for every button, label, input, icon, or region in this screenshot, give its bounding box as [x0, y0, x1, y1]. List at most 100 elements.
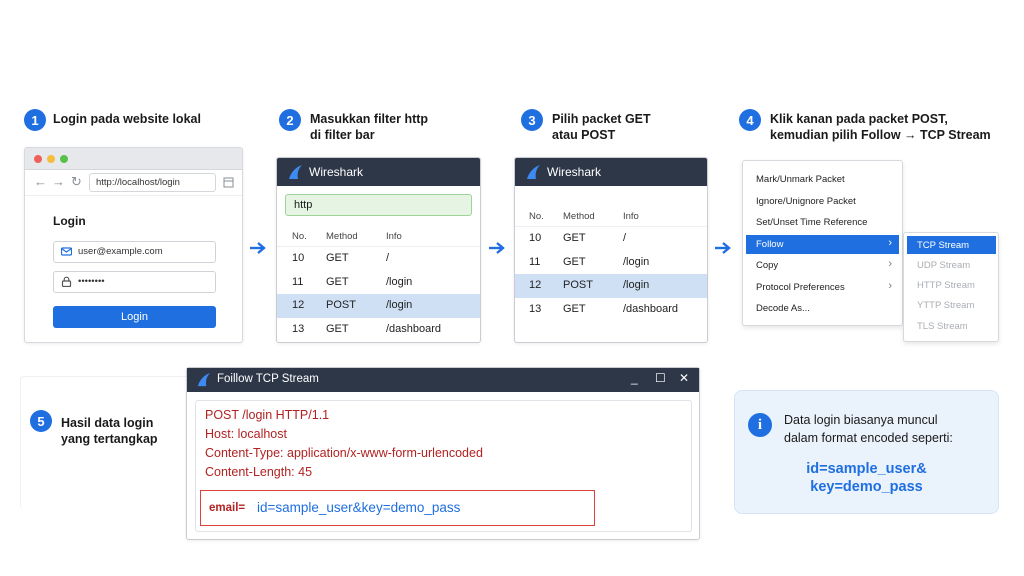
tab-icon[interactable] — [223, 177, 234, 188]
mail-icon — [61, 247, 72, 256]
submenu-item-tcp-stream[interactable]: TCP Stream — [907, 236, 996, 254]
step-1-badge: 1 — [24, 109, 46, 131]
column-header-method[interactable]: Method — [326, 231, 358, 242]
stream-line: Content-Length: 45 — [205, 465, 313, 479]
info-text-line: dalam format encoded seperti: — [784, 431, 953, 445]
back-arrow-icon[interactable]: ← — [34, 174, 47, 189]
packet-info: /login — [386, 276, 413, 288]
menu-item-label: Mark/Unmark Packet — [756, 174, 845, 185]
packet-row[interactable]: 13 GET /dashboard — [515, 298, 707, 322]
packet-method: GET — [326, 323, 349, 335]
column-header-info[interactable]: Info — [623, 211, 639, 222]
packet-row[interactable]: 11 GET /login — [515, 251, 707, 275]
info-icon: i — [748, 413, 772, 437]
packet-method: GET — [326, 276, 349, 288]
menu-item-follow[interactable]: Follow › — [746, 235, 899, 254]
stream-line: POST /login HTTP/1.1 — [205, 408, 330, 422]
step-5-badge: 5 — [30, 410, 52, 432]
maximize-icon[interactable]: ☐ — [655, 371, 666, 385]
packet-row[interactable]: 10 GET / — [515, 227, 707, 251]
menu-item-time-reference[interactable]: Set/Unset Time Reference — [746, 213, 899, 232]
info-text-line: Data login biasanya muncul — [784, 413, 938, 427]
packet-no: 10 — [529, 232, 542, 244]
browser-window: ← → ↻ http://localhost/login Login user@… — [24, 147, 243, 343]
column-header-no[interactable]: No. — [292, 231, 307, 242]
submenu-item-yttp-stream[interactable]: YTTP Stream — [907, 296, 996, 314]
menu-item-copy[interactable]: Copy › — [746, 256, 899, 275]
stream-line: Host: localhost — [205, 427, 287, 441]
menu-item-label: Decode As... — [756, 303, 810, 314]
packet-info: /dashboard — [623, 303, 679, 315]
info-code-example: id=sample_user& key=demo_pass — [735, 460, 998, 496]
column-header-info[interactable]: Info — [386, 231, 402, 242]
packet-method: POST — [326, 299, 356, 311]
stream-content[interactable]: POST /login HTTP/1.1 Host: localhost Con… — [195, 400, 692, 532]
reload-icon[interactable]: ↻ — [71, 174, 82, 190]
forward-arrow-icon[interactable]: → — [52, 174, 65, 189]
close-icon[interactable]: ✕ — [679, 371, 689, 385]
packet-row-selected[interactable]: 12 POST /login — [515, 274, 707, 298]
packet-info: /dashboard — [386, 323, 442, 335]
step-2-badge: 2 — [279, 109, 301, 131]
login-button[interactable]: Login — [53, 306, 216, 328]
wireshark-title: Wireshark — [547, 165, 602, 179]
step-3-badge: 3 — [521, 109, 543, 131]
packet-row-selected[interactable]: 12 POST /login — [277, 294, 480, 318]
menu-item-label: Copy — [756, 260, 779, 271]
step-4-badge: 4 — [739, 109, 761, 131]
step-2-title-line: di filter bar — [310, 128, 375, 142]
captured-credentials-highlight: email= id=sample_user&key=demo_pass — [200, 490, 595, 526]
packet-row[interactable]: 11 GET /login — [277, 271, 480, 295]
packet-row[interactable]: 10 GET / — [277, 247, 480, 271]
menu-item-decode-as[interactable]: Decode As... — [746, 299, 899, 318]
maximize-dot-icon[interactable] — [60, 155, 68, 163]
submenu-item-tls-stream[interactable]: TLS Stream — [907, 317, 996, 335]
column-header-method[interactable]: Method — [563, 211, 595, 222]
submenu-item-udp-stream[interactable]: UDP Stream — [907, 256, 996, 274]
menu-item-protocol-preferences[interactable]: Protocol Preferences › — [746, 278, 899, 297]
packet-method: POST — [563, 279, 593, 291]
arrow-right-icon — [489, 242, 505, 254]
info-box: i Data login biasanya muncul dalam forma… — [734, 390, 999, 514]
minimize-dot-icon[interactable] — [47, 155, 55, 163]
step-3-title: Pilih packet GET atau POST — [552, 111, 651, 143]
step-1-title: Login pada website lokal — [53, 111, 201, 127]
display-filter-input[interactable]: http — [285, 194, 472, 216]
packet-info: / — [623, 232, 627, 244]
chevron-right-icon: › — [888, 258, 892, 270]
info-code-line: id=sample_user& — [806, 461, 927, 477]
email-field[interactable]: user@example.com — [53, 241, 216, 263]
stream-line: Content-Type: application/x-www-form-url… — [205, 446, 483, 460]
chevron-right-icon: › — [888, 280, 892, 292]
column-header-no[interactable]: No. — [529, 211, 544, 222]
minimize-icon[interactable]: _ — [631, 371, 638, 385]
follow-submenu: TCP Stream UDP Stream HTTP Stream YTTP S… — [903, 232, 999, 342]
step-2-title: Masukkan filter http di filter bar — [310, 111, 428, 143]
menu-item-label: Ignore/Unignore Packet — [756, 196, 856, 207]
menu-item-ignore-packet[interactable]: Ignore/Unignore Packet — [746, 192, 899, 211]
chevron-right-icon: › — [888, 237, 892, 249]
packet-context-menu: Mark/Unmark Packet Ignore/Unignore Packe… — [742, 160, 903, 326]
password-field[interactable]: •••••••• — [53, 271, 216, 293]
email-value: id=sample_user&key=demo_pass — [257, 500, 461, 515]
step-4-title: Klik kanan pada packet POST, kemudian pi… — [770, 111, 991, 143]
packet-no: 10 — [292, 252, 305, 264]
packet-info: /login — [386, 299, 413, 311]
arrow-right-icon — [715, 242, 731, 254]
email-key: email= — [209, 502, 246, 514]
url-bar[interactable]: http://localhost/login — [89, 173, 216, 192]
packet-info: /login — [623, 256, 650, 268]
submenu-item-http-stream[interactable]: HTTP Stream — [907, 276, 996, 294]
wireshark-titlebar: Wireshark — [515, 158, 707, 186]
wireshark-filter-window: Wireshark http No. Method Info 10 GET / … — [276, 157, 481, 343]
step-4-title-line: kemudian pilih Follow → TCP Stream — [770, 128, 991, 142]
tcp-stream-titlebar: Foillow TCP Stream _ ☐ ✕ — [187, 368, 699, 392]
packet-no: 12 — [529, 279, 542, 291]
menu-item-mark-packet[interactable]: Mark/Unmark Packet — [746, 170, 899, 189]
menu-item-label: Follow — [756, 239, 784, 250]
close-dot-icon[interactable] — [34, 155, 42, 163]
tcp-stream-title: Foillow TCP Stream — [217, 373, 319, 385]
packet-row[interactable]: 13 GET /dashboard — [277, 318, 480, 342]
packet-method: GET — [563, 303, 586, 315]
wireshark-fin-icon — [527, 165, 540, 179]
